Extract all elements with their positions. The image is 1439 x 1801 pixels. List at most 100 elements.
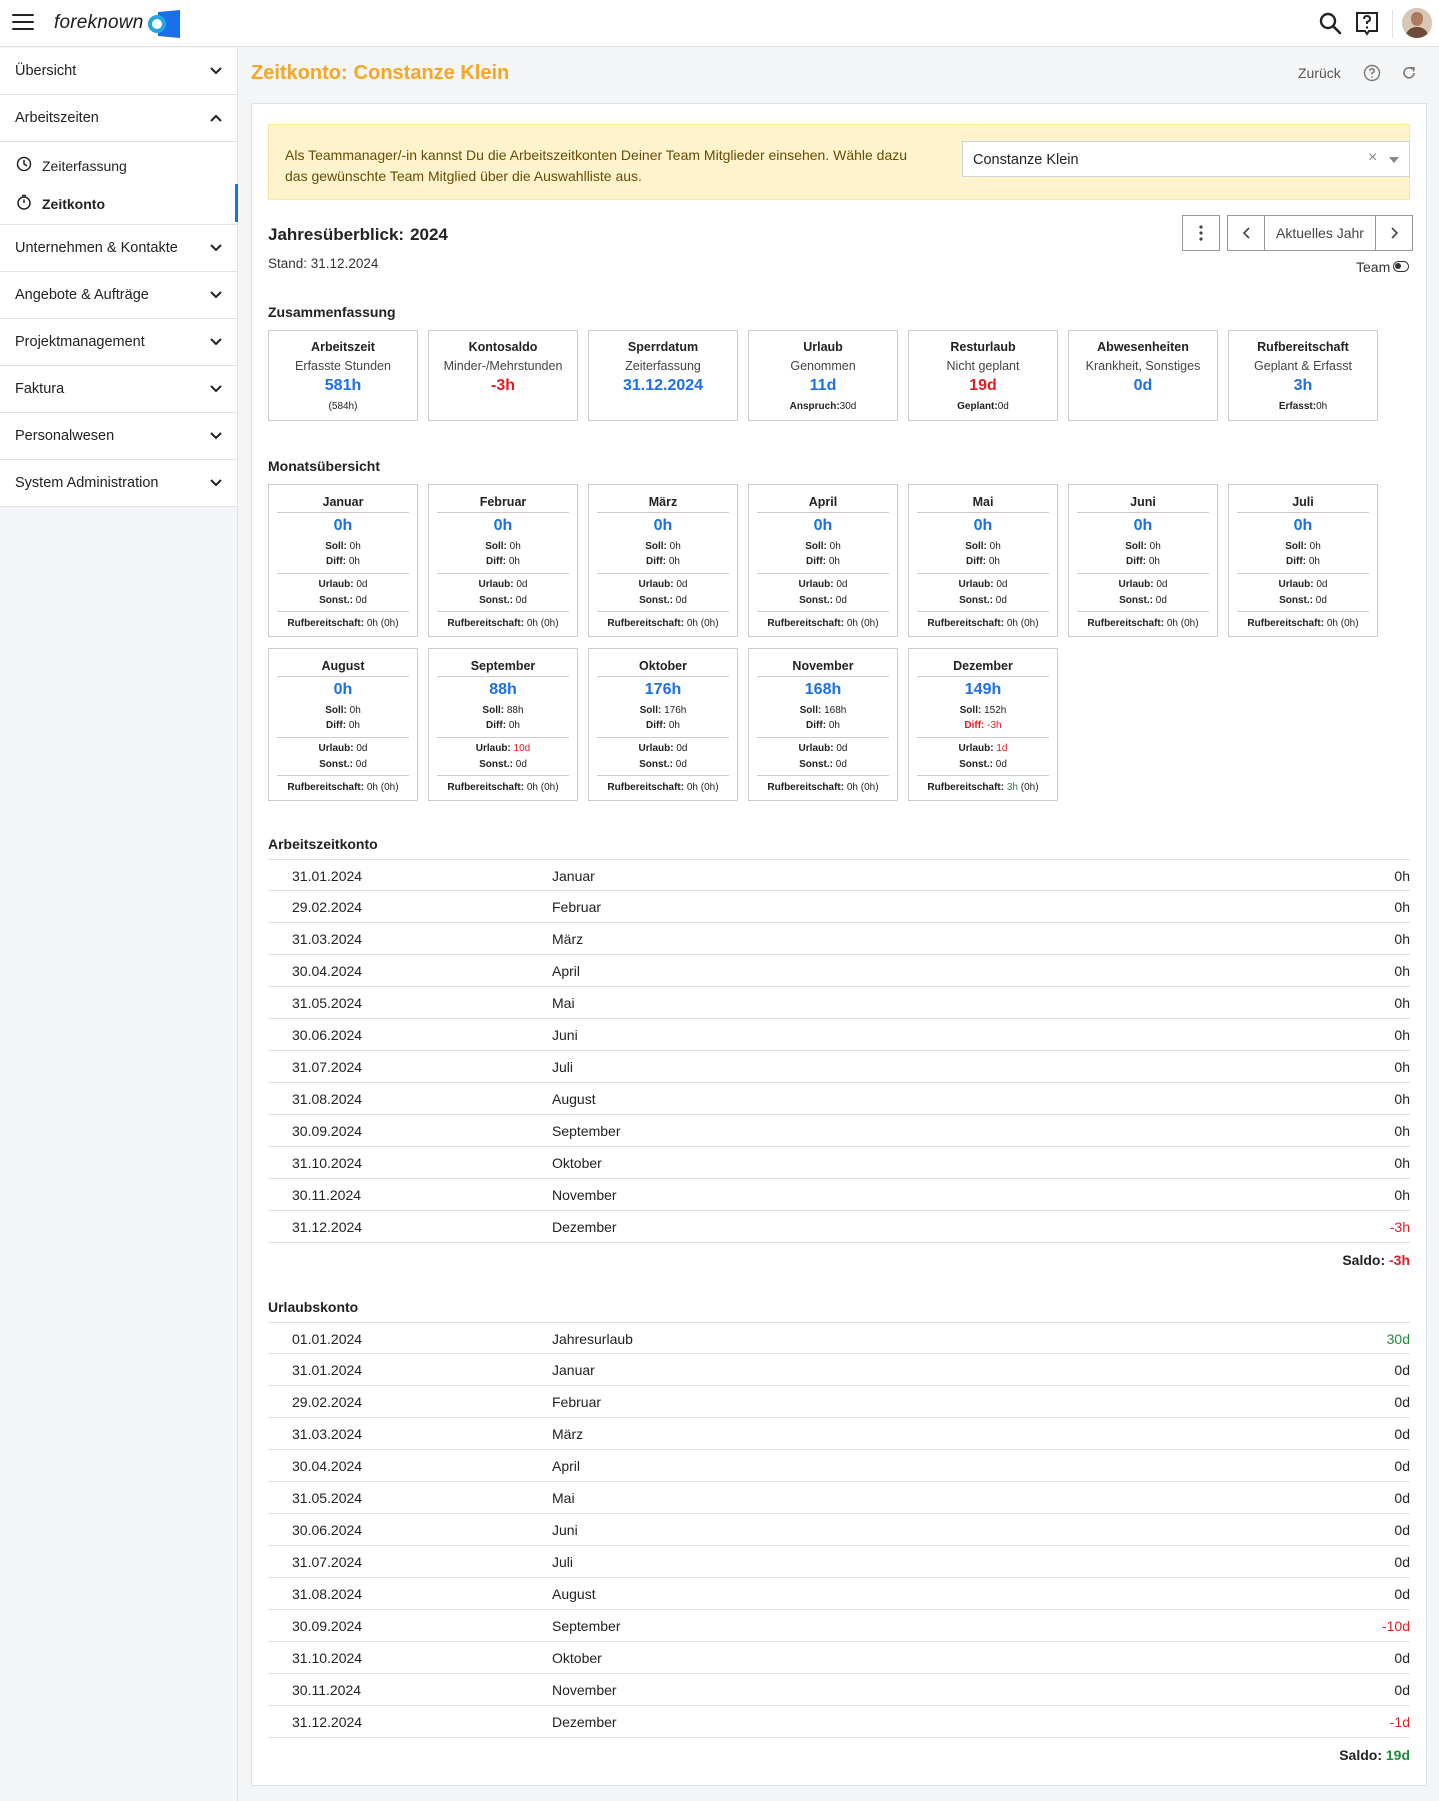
row-date: 31.01.2024 [292,1362,363,1378]
clear-icon[interactable]: × [1368,149,1377,167]
more-options-button[interactable] [1182,215,1220,251]
summary-value: -3h [491,377,515,394]
sidebar-item-label: Faktura [15,381,65,397]
month-sonst-value: 0d [835,759,847,770]
month-value: 0h [493,517,513,534]
row-date: 31.03.2024 [292,931,363,947]
menu-icon[interactable] [12,14,34,32]
month-ruf-extra: (0h) [700,782,719,793]
month-urlaub-label: Urlaub: [798,579,834,590]
current-year-button[interactable]: Aktuelles Jahr [1265,216,1375,250]
month-urlaub-line: Urlaub: 0d [589,579,737,590]
row-date: 01.01.2024 [292,1331,363,1347]
table-row: 30.04.2024 April 0h [268,955,1410,987]
month-ruf-line: Rufbereitschaft: 0h (0h) [429,618,577,629]
sidebar-item-personnel[interactable]: Personalwesen [0,413,237,460]
month-urlaub-value: 0d [676,579,688,590]
month-soll-value: 0h [989,541,1001,552]
row-label: Juni [552,1027,578,1043]
month-diff-value: 0h [508,720,520,731]
month-soll-label: Soll: [325,705,347,716]
sidebar-item-projects[interactable]: Projektmanagement [0,319,237,366]
summary-value: 19d [969,377,997,394]
summary-footer: Anspruch:30d [749,401,897,412]
month-urlaub-line: Urlaub: 0d [589,743,737,754]
row-date: 30.04.2024 [292,1458,363,1474]
row-label: Dezember [552,1714,617,1730]
sidebar-item-invoicing[interactable]: Faktura [0,366,237,413]
month-urlaub-value: 0d [836,743,848,754]
month-soll-value: 176h [664,705,687,716]
help-circle-icon[interactable] [1363,64,1381,82]
team-toggle[interactable] [1393,261,1409,272]
month-divider [437,611,569,612]
time-account-card: Als Teammanager/-in kannst Du die Arbeit… [251,103,1427,1786]
next-year-button[interactable] [1375,216,1412,250]
logo-mark-icon [148,10,180,38]
row-date: 29.02.2024 [292,1394,363,1410]
month-sonst-line: Sonst.: 0d [749,759,897,770]
row-date: 31.12.2024 [292,1714,363,1730]
month-ruf-extra: (0h) [1020,618,1039,629]
sidebar-item-label: System Administration [15,475,159,491]
month-urlaub-label: Urlaub: [1118,579,1154,590]
month-value: 149h [964,681,1002,698]
sidebar-item-time-account[interactable]: Zeitkonto [0,184,238,222]
sidebar-item-worktime[interactable]: Arbeitszeiten [0,95,237,142]
month-diff-label: Diff: [486,720,507,731]
row-date: 31.03.2024 [292,1426,363,1442]
month-urlaub-line: Urlaub: 0d [269,579,417,590]
worktime-account-table: 31.01.2024 Januar 0h 29.02.2024 Februar 0h 31.… [268,859,1410,1243]
month-diff-line: Diff: 0h [269,720,417,731]
help-icon[interactable] [1354,10,1380,36]
month-ruf-label: Rufbereitschaft: [287,782,365,793]
stand-date: Stand: 31.12.2024 [268,256,379,271]
sidebar-item-time-tracking[interactable]: Zeiterfassung [0,146,237,184]
month-divider [277,573,409,574]
month-ruf-extra: (0h) [860,782,879,793]
month-diff-value: 0h [1308,556,1320,567]
caret-down-icon[interactable] [1389,157,1399,163]
avatar[interactable] [1402,8,1432,38]
refresh-icon[interactable] [1400,64,1418,82]
month-sonst-value: 0d [675,759,687,770]
team-member-select[interactable]: Constanze Klein × [962,141,1410,177]
month-ruf-value: 0h [1326,618,1338,629]
month-sonst-label: Sonst.: [799,759,833,770]
month-urlaub-label: Urlaub: [798,743,834,754]
month-ruf-line: Rufbereitschaft: 0h (0h) [749,618,897,629]
row-label: Juli [552,1554,574,1570]
sidebar-item-admin[interactable]: System Administration [0,460,237,507]
month-card: August 0h Soll: 0h Diff: 0h Urlaub: 0d Sonst.… [268,648,418,801]
sidebar-item-offers[interactable]: Angebote & Aufträge [0,272,237,319]
month-sonst-label: Sonst.: [1279,595,1313,606]
month-name: September [437,659,569,677]
sidebar: Übersicht Arbeitszeiten Zeiterfassung Ze… [0,48,238,1801]
chevron-down-icon [210,338,222,346]
month-diff-value: 0h [508,556,520,567]
month-urlaub-value: 0d [356,743,368,754]
search-icon[interactable] [1317,10,1343,36]
row-date: 31.08.2024 [292,1586,363,1602]
row-date: 31.10.2024 [292,1155,363,1171]
month-divider [1237,611,1369,612]
month-sonst-line: Sonst.: 0d [429,759,577,770]
month-diff-line: Diff: 0h [429,556,577,567]
month-ruf-label: Rufbereitschaft: [927,782,1005,793]
vacation-saldo: Saldo: 19d [1339,1747,1410,1763]
info-alert: Als Teammanager/-in kannst Du die Arbeit… [268,124,1410,200]
month-soll-label: Soll: [645,541,667,552]
vacation-account-table: 01.01.2024 Jahresurlaub 30d 31.01.2024 Janua… [268,1322,1410,1738]
month-sonst-line: Sonst.: 0d [909,759,1057,770]
month-ruf-label: Rufbereitschaft: [767,782,845,793]
previous-year-button[interactable] [1228,216,1265,250]
month-urlaub-line: Urlaub: 1d [909,743,1057,754]
sidebar-item-overview[interactable]: Übersicht [0,48,237,95]
back-link[interactable]: Zurück [1298,65,1341,81]
month-value: 0h [1293,517,1313,534]
row-date: 31.12.2024 [292,1219,363,1235]
month-divider [277,737,409,738]
row-value: 0d [1394,1650,1410,1666]
month-ruf-extra: (0h) [1020,782,1039,793]
sidebar-item-companies[interactable]: Unternehmen & Kontakte [0,225,237,272]
